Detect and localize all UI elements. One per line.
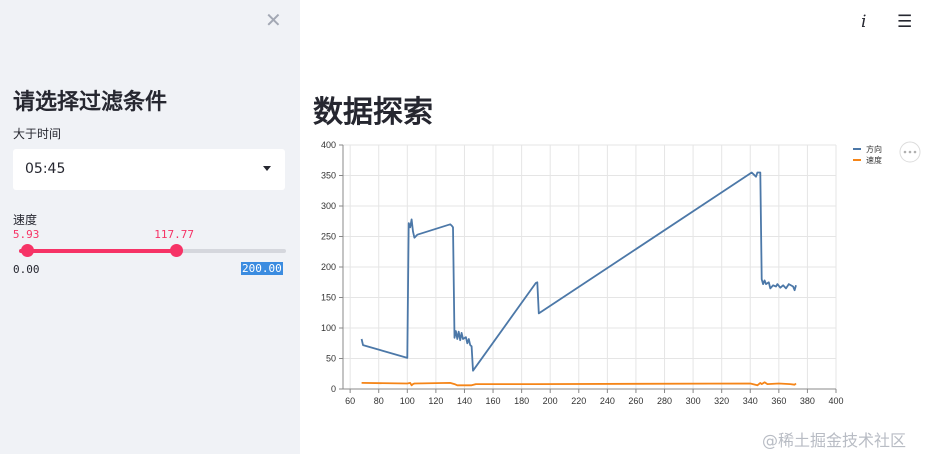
legend-label: 方向 bbox=[866, 144, 882, 154]
time-select[interactable]: 05:45 bbox=[13, 149, 285, 190]
time-select-value: 05:45 bbox=[25, 161, 66, 177]
y-tick-label: 150 bbox=[321, 293, 336, 303]
x-tick-label: 80 bbox=[374, 396, 384, 406]
y-tick-label: 0 bbox=[331, 384, 336, 394]
speed-filter-label: 速度 bbox=[13, 213, 38, 227]
y-tick-label: 200 bbox=[321, 262, 336, 272]
x-tick-label: 60 bbox=[345, 396, 355, 406]
speed-slider-track[interactable] bbox=[19, 244, 286, 257]
x-tick-label: 320 bbox=[714, 396, 729, 406]
speed-slider-fill bbox=[19, 249, 177, 253]
x-tick-label: 400 bbox=[828, 396, 843, 406]
slider-high-handle[interactable] bbox=[170, 244, 184, 257]
more-horizontal-icon bbox=[903, 150, 917, 154]
y-tick-label: 50 bbox=[326, 354, 336, 364]
sidebar-title: 请选择过滤条件 bbox=[13, 90, 168, 115]
watermark: @稀土掘金技术社区 bbox=[762, 431, 907, 450]
slider-max-label: 200.00 bbox=[241, 262, 283, 275]
x-tick-label: 200 bbox=[543, 396, 558, 406]
slider-high-value: 117.77 bbox=[154, 228, 194, 241]
sidebar: ✕ 请选择过滤条件 大于时间 05:45 速度 5.93 117.77 0.00… bbox=[0, 0, 300, 454]
y-tick-label: 300 bbox=[321, 201, 336, 211]
x-tick-label: 300 bbox=[686, 396, 701, 406]
y-tick-label: 250 bbox=[321, 232, 336, 242]
y-tick-label: 100 bbox=[321, 323, 336, 333]
x-tick-label: 140 bbox=[457, 396, 472, 406]
info-icon[interactable]: i bbox=[861, 12, 866, 32]
slider-low-value: 5.93 bbox=[12, 228, 40, 241]
chart-menu-button[interactable] bbox=[899, 141, 921, 163]
x-tick-label: 100 bbox=[400, 396, 415, 406]
x-tick-label: 220 bbox=[571, 396, 586, 406]
chart-axes: 60 80 100 120 140 160 180 200 220 240 260 280 300 320… bbox=[321, 140, 844, 406]
slider-low-handle[interactable] bbox=[20, 244, 34, 257]
y-tick-label: 350 bbox=[321, 171, 336, 181]
x-tick-label: 280 bbox=[657, 396, 672, 406]
x-tick-label: 360 bbox=[771, 396, 786, 406]
time-filter-label: 大于时间 bbox=[13, 127, 62, 141]
x-tick-label: 340 bbox=[743, 396, 758, 406]
x-tick-label: 120 bbox=[428, 396, 443, 406]
x-tick-label: 380 bbox=[800, 396, 815, 406]
page-title: 数据探索 bbox=[313, 95, 433, 130]
line-chart: 60 80 100 120 140 160 180 200 220 240 260 280 300 320… bbox=[321, 140, 921, 406]
y-tick-label: 400 bbox=[321, 140, 336, 150]
chevron-down-icon bbox=[263, 166, 271, 171]
hamburger-menu-icon[interactable]: ☰ bbox=[897, 12, 912, 32]
chart-legend: 方向速度 bbox=[853, 144, 882, 165]
x-tick-label: 260 bbox=[628, 396, 643, 406]
close-sidebar-button[interactable]: ✕ bbox=[265, 10, 282, 30]
legend-label: 速度 bbox=[866, 155, 882, 165]
x-tick-label: 240 bbox=[600, 396, 615, 406]
slider-min-label: 0.00 bbox=[13, 263, 40, 276]
x-tick-label: 180 bbox=[514, 396, 529, 406]
close-icon: ✕ bbox=[265, 8, 282, 32]
x-tick-label: 160 bbox=[486, 396, 501, 406]
